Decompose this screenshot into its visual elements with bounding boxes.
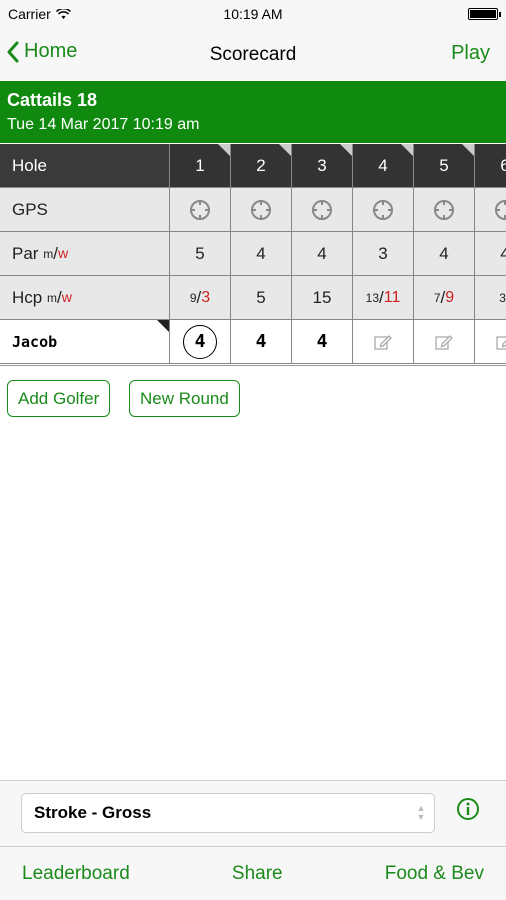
hole-number: 4 <box>378 155 388 175</box>
par-value: 4 <box>292 232 353 276</box>
tab-leaderboard[interactable]: Leaderboard <box>22 863 130 885</box>
scoring-type-select[interactable]: Stroke - Gross ▲ ▼ <box>21 793 435 833</box>
edit-icon <box>496 335 506 350</box>
hcp-value: 5 <box>231 276 292 320</box>
par-row: Par m/w 5 4 4 3 4 4 <box>0 232 506 276</box>
hole-header[interactable]: 2 <box>231 144 292 188</box>
hole-header[interactable]: 4 <box>353 144 414 188</box>
hcp-value: 3/ <box>475 276 506 320</box>
clock: 10:19 AM <box>223 6 283 22</box>
gps-button[interactable] <box>231 188 292 232</box>
hole-header[interactable]: 5 <box>414 144 475 188</box>
page-title: Scorecard <box>209 44 297 65</box>
select-arrows-icon: ▲ ▼ <box>416 803 426 822</box>
hole-number: 5 <box>439 155 449 175</box>
add-golfer-button[interactable]: Add Golfer <box>7 380 111 417</box>
hcp-men: 7 <box>433 290 441 305</box>
gps-button[interactable] <box>170 188 231 232</box>
gps-label: GPS <box>0 188 170 232</box>
par-value: 4 <box>231 232 292 276</box>
course-name: Cattails 18 <box>7 90 98 110</box>
gps-button[interactable] <box>414 188 475 232</box>
score-cell[interactable]: 4 <box>231 320 292 364</box>
crosshair-icon <box>373 199 393 220</box>
player-row: Jacob 4 4 4 <box>0 320 506 364</box>
crosshair-icon <box>312 199 332 220</box>
hcp-men: 5 <box>256 287 266 307</box>
hcp-men: 15 <box>312 287 332 307</box>
hcp-women: 9 <box>445 288 455 306</box>
gps-button[interactable] <box>292 188 353 232</box>
hole-row: Hole 1 2 3 4 5 6 <box>0 144 506 188</box>
gps-row: GPS <box>0 188 506 232</box>
score-cell[interactable]: 4 <box>292 320 353 364</box>
hcp-men: 9 <box>189 290 197 305</box>
hcp-label-text: Hcp <box>12 287 43 307</box>
hcp-women-marker: w <box>61 289 72 306</box>
hole-header[interactable]: 3 <box>292 144 353 188</box>
par-label-text: Par <box>12 243 39 263</box>
par-men-marker: m <box>43 246 54 261</box>
handicap-row: Hcp m/w 9/3 5 15 13/11 7/9 3/ <box>0 276 506 320</box>
hcp-women: 11 <box>383 288 401 306</box>
info-icon[interactable] <box>456 797 480 821</box>
gps-button[interactable] <box>353 188 414 232</box>
crosshair-icon <box>434 199 454 220</box>
crosshair-icon <box>495 199 506 220</box>
score-cell[interactable] <box>414 320 475 364</box>
par-label: Par m / w <box>0 232 170 276</box>
birdie-circle: 4 <box>183 324 217 359</box>
score-cell[interactable] <box>353 320 414 364</box>
tab-bar: Leaderboard Share Food & Bev <box>0 846 506 900</box>
tab-share[interactable]: Share <box>232 863 283 885</box>
player-name: Jacob <box>12 332 58 351</box>
edit-icon <box>374 334 392 350</box>
course-header: Cattails 18 Tue 14 Mar 2017 10:19 am <box>0 81 506 143</box>
player-name-cell[interactable]: Jacob <box>0 320 170 364</box>
scorecard-grid: Hole 1 2 3 4 5 6 GPS Par m/w 5 4 4 3 4 4… <box>0 144 506 366</box>
edit-icon <box>435 334 453 350</box>
hcp-men: 3 <box>499 290 506 305</box>
par-value: 3 <box>353 232 414 276</box>
hole-label: Hole <box>0 144 170 188</box>
play-button[interactable]: Play <box>451 42 490 65</box>
navigation-bar: Home Scorecard Play <box>0 28 506 80</box>
tab-food-bev[interactable]: Food & Bev <box>385 863 484 885</box>
score-value: 4 <box>194 331 206 352</box>
hole-number: 6 <box>500 156 506 176</box>
hcp-label: Hcp m / w <box>0 276 170 320</box>
par-women-marker: w <box>57 245 69 262</box>
hcp-men: 13 <box>365 290 379 305</box>
hcp-value: 13/11 <box>353 276 414 320</box>
score-value: 4 <box>255 331 267 352</box>
round-date: Tue 14 Mar 2017 10:19 am <box>7 116 200 133</box>
status-bar: Carrier 10:19 AM <box>0 0 506 28</box>
hcp-value: 7/9 <box>414 276 475 320</box>
par-value: 5 <box>170 232 231 276</box>
hole-number: 3 <box>317 155 327 175</box>
crosshair-icon <box>190 199 210 220</box>
battery-icon <box>468 8 501 20</box>
score-value: 4 <box>316 331 328 352</box>
scoring-panel: Stroke - Gross ▲ ▼ <box>0 780 506 846</box>
hole-header[interactable]: 1 <box>170 144 231 188</box>
par-value: 4 <box>475 232 506 276</box>
hole-number: 1 <box>195 155 205 175</box>
par-value: 4 <box>414 232 475 276</box>
hcp-women: 3 <box>201 288 211 306</box>
scoring-type-value: Stroke - Gross <box>34 803 152 822</box>
score-cell[interactable]: 4 <box>170 320 231 364</box>
hole-header[interactable]: 6 <box>475 144 506 188</box>
score-cell[interactable] <box>475 320 506 364</box>
gps-button[interactable] <box>475 188 506 232</box>
hole-number: 2 <box>256 155 266 175</box>
hcp-value: 15 <box>292 276 353 320</box>
new-round-button[interactable]: New Round <box>129 380 240 417</box>
hcp-value: 9/3 <box>170 276 231 320</box>
crosshair-icon <box>251 199 271 220</box>
hcp-men-marker: m <box>46 290 57 305</box>
